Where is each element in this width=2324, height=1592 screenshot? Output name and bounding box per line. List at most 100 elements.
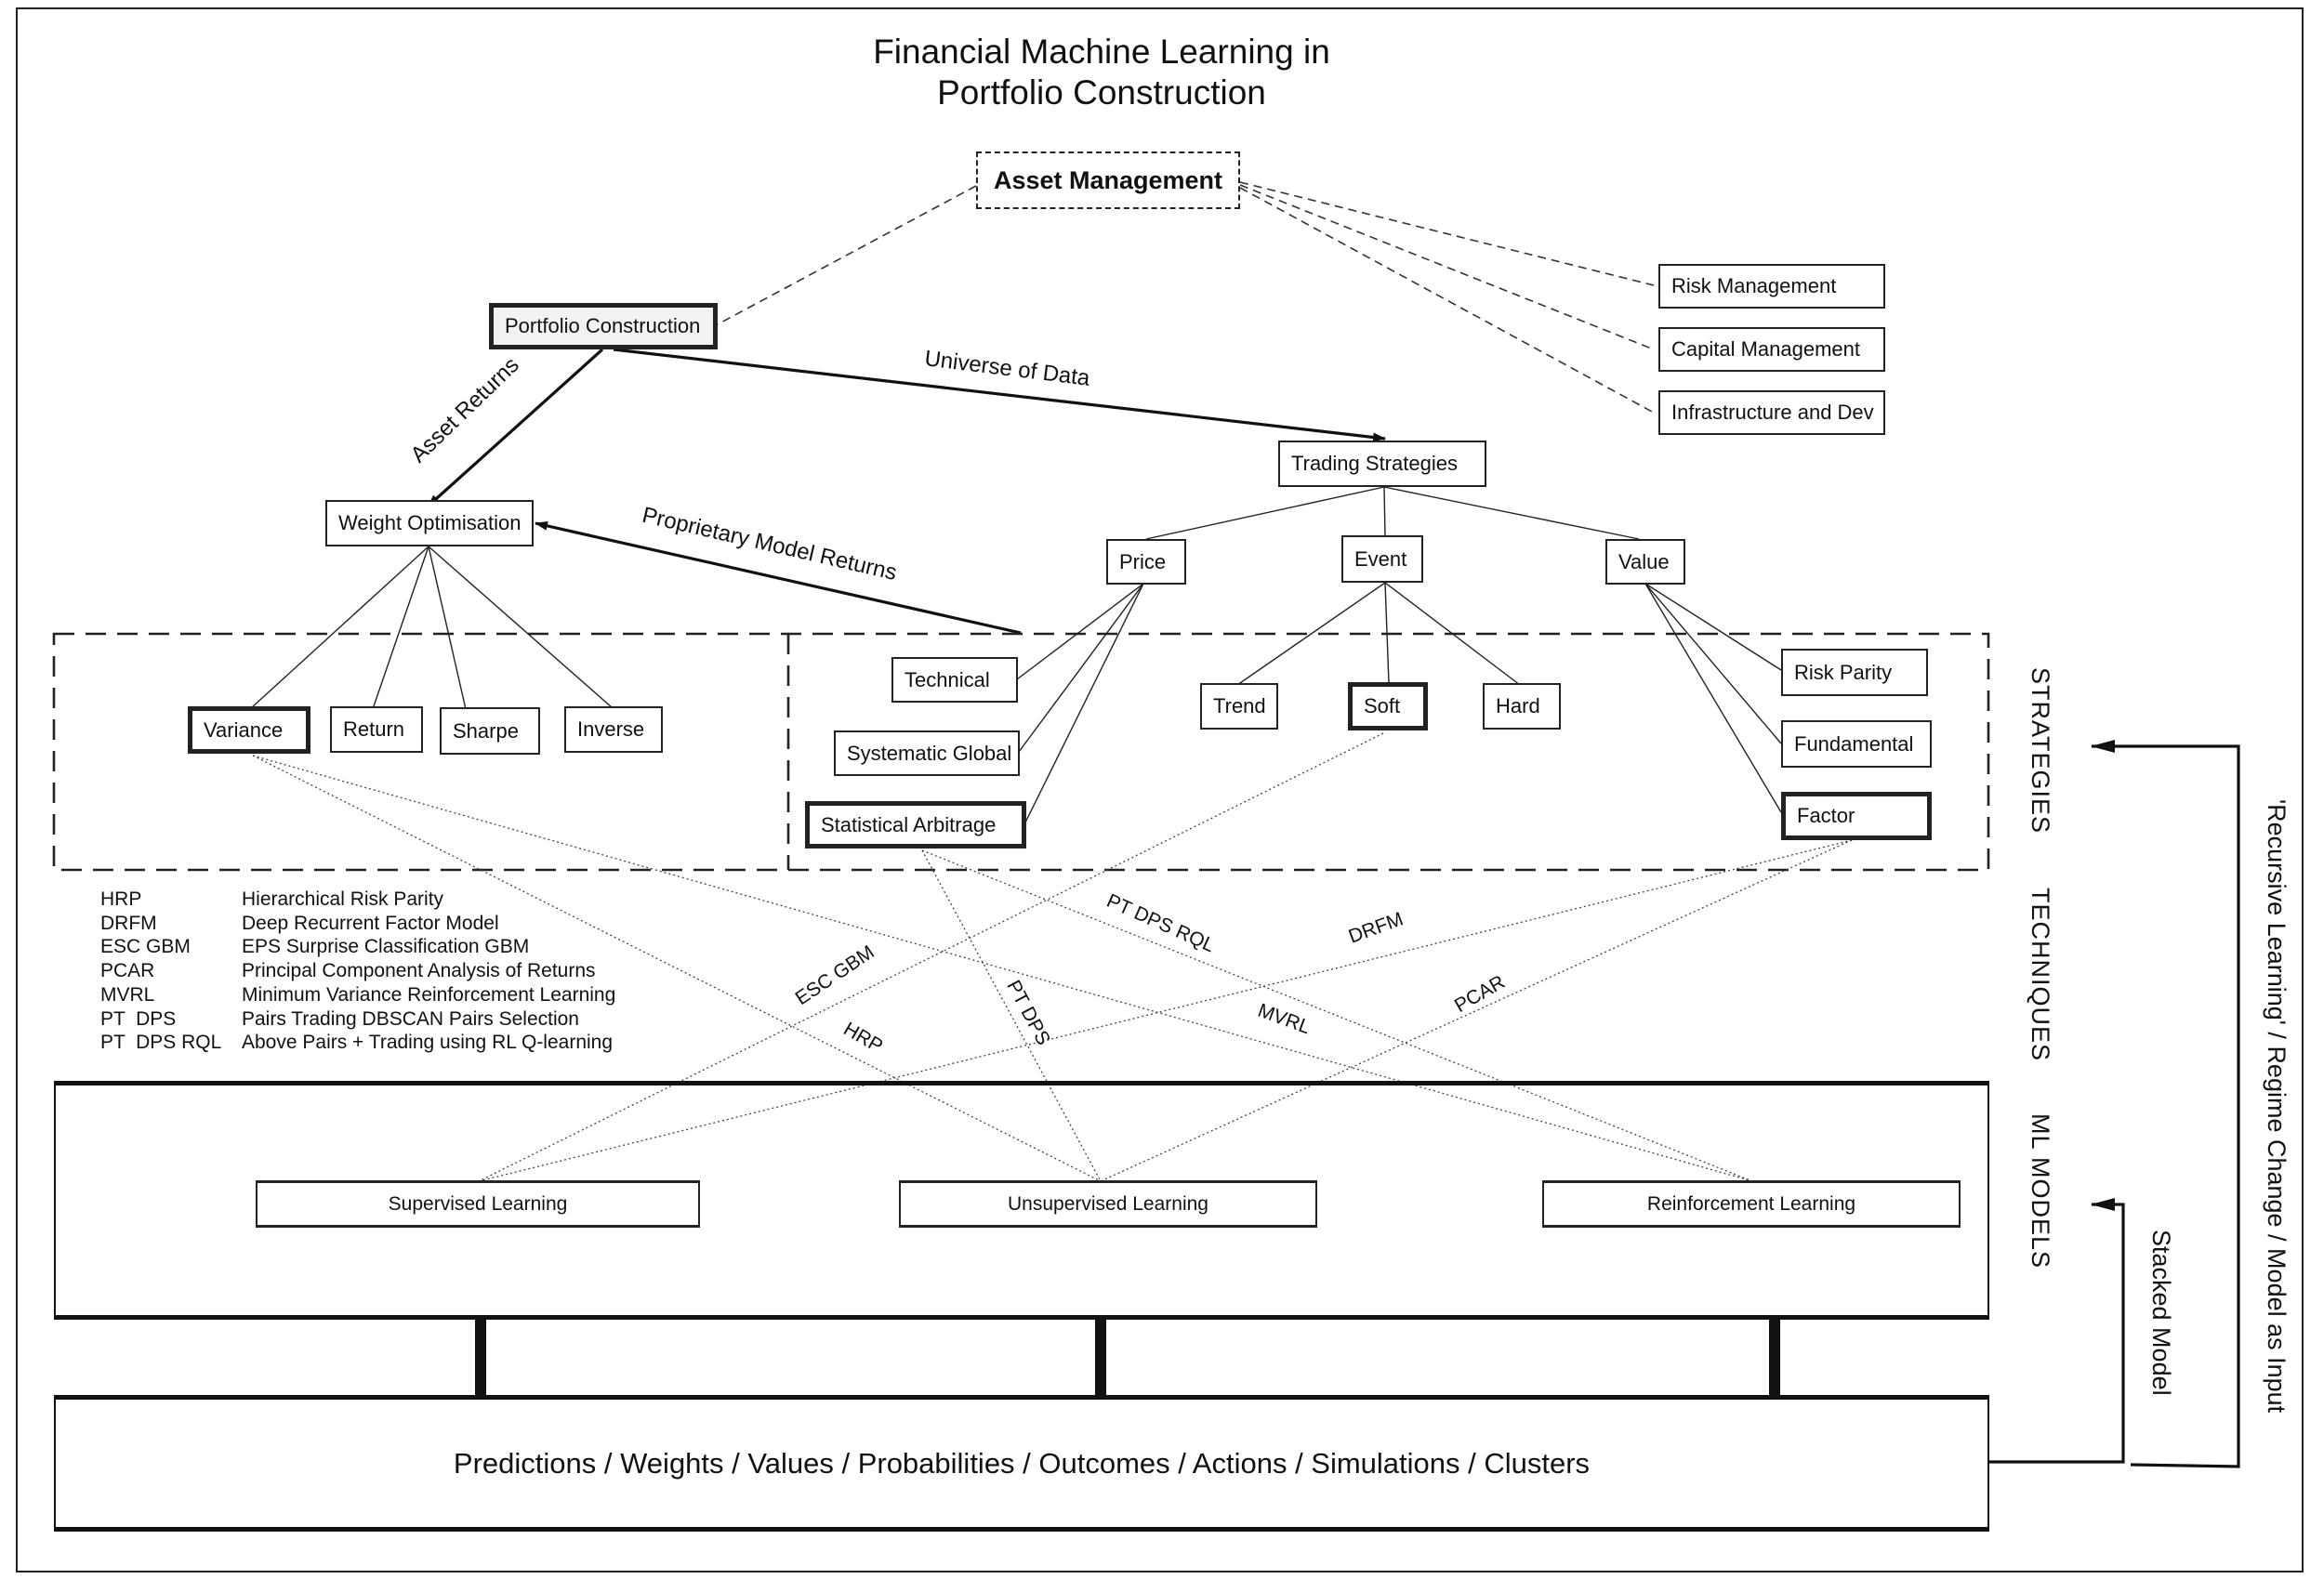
connector-pillar — [1769, 1320, 1780, 1395]
legend-row: HRP Hierarchical Risk Parity — [100, 888, 615, 912]
node-price-label: Price — [1119, 549, 1167, 573]
legend-abbr: MVRL — [100, 983, 155, 1006]
legend-row: MVRL Minimum Variance Reinforcement Learn… — [100, 983, 615, 1007]
node-event-label: Event — [1354, 546, 1407, 571]
node-risk-parity-label: Risk Parity — [1794, 660, 1893, 684]
legend-description: Deep Recurrent Factor Model — [242, 912, 499, 934]
band-label-strategies: STRATEGIES — [2027, 667, 2054, 835]
node-risk-parity[interactable]: Risk Parity — [1781, 649, 1928, 696]
node-sharpe[interactable]: Sharpe — [440, 707, 540, 755]
link-asset-infra — [1239, 187, 1655, 414]
node-unsupervised-learning[interactable]: Unsupervised Learning — [899, 1180, 1317, 1228]
node-weight-optimisation-label: Weight Optimisation — [338, 511, 522, 534]
recursive-learning-label: 'Recursive Learning' / Regime Change / M… — [2263, 799, 2291, 1414]
node-unsupervised-learning-label: Unsupervised Learning — [1008, 1192, 1208, 1215]
node-asset-management[interactable]: Asset Management — [976, 151, 1240, 209]
node-price[interactable]: Price — [1106, 539, 1186, 585]
legend-row: PT DPS Pairs Trading DBSCAN Pairs Selecti… — [100, 1007, 615, 1032]
node-reinforcement-learning-label: Reinforcement Learning — [1646, 1192, 1856, 1215]
node-capital-management-label: Capital Management — [1671, 337, 1861, 361]
node-value-label: Value — [1618, 549, 1670, 573]
legend-abbr: ESC GBM — [100, 936, 191, 958]
node-value[interactable]: Value — [1605, 539, 1685, 585]
node-portfolio-construction[interactable]: Portfolio Construction — [489, 303, 718, 349]
tree-value-factor — [1644, 583, 1782, 813]
connector-pillar — [475, 1320, 486, 1395]
legend-description: Principal Component Analysis of Returns — [242, 960, 596, 982]
node-sharpe-label: Sharpe — [453, 718, 519, 743]
node-supervised-learning[interactable]: Supervised Learning — [256, 1180, 700, 1228]
tree-ts-value — [1383, 486, 1640, 540]
stacked-model-arrow — [1989, 1198, 2125, 1464]
legend-row: PT DPS RQL Above Pairs + Trading using RL… — [100, 1031, 615, 1055]
band-label-ml-models: ML MODELS — [2027, 1113, 2054, 1270]
legend-row: PCAR Principal Component Analysis of Retu… — [100, 959, 615, 983]
node-trading-strategies[interactable]: Trading Strategies — [1278, 441, 1486, 487]
node-portfolio-construction-label: Portfolio Construction — [505, 314, 701, 337]
node-technical-label: Technical — [905, 667, 990, 691]
node-return[interactable]: Return — [330, 706, 423, 753]
node-hard-label: Hard — [1496, 694, 1540, 717]
legend-description: Pairs Trading DBSCAN Pairs Selection — [242, 1007, 579, 1030]
node-fundamental[interactable]: Fundamental — [1781, 720, 1932, 768]
legend-description: Hierarchical Risk Parity — [242, 888, 444, 910]
node-fundamental-label: Fundamental — [1794, 731, 1914, 756]
legend-abbr: PCAR — [100, 960, 155, 982]
node-event[interactable]: Event — [1341, 535, 1423, 583]
node-reinforcement-learning[interactable]: Reinforcement Learning — [1542, 1180, 1961, 1228]
link-asset-portfolio — [715, 185, 977, 326]
node-variance[interactable]: Variance — [188, 706, 310, 754]
tree-price-statarb — [1023, 583, 1144, 825]
connector-pillar — [1095, 1320, 1106, 1395]
node-supervised-learning-label: Supervised Learning — [388, 1192, 568, 1215]
legend-description: EPS Surprise Classification GBM — [242, 936, 530, 958]
tree-price-systematic — [1018, 583, 1144, 753]
node-statistical-arbitrage-label: Statistical Arbitrage — [821, 812, 997, 836]
node-soft-label: Soft — [1364, 694, 1401, 717]
node-trading-strategies-label: Trading Strategies — [1291, 452, 1458, 475]
node-infrastructure-dev[interactable]: Infrastructure and Dev — [1658, 390, 1885, 435]
tree-wo-variance — [250, 546, 429, 709]
tree-wo-sharpe — [428, 546, 467, 710]
node-inverse-label: Inverse — [577, 717, 645, 741]
node-technical[interactable]: Technical — [891, 657, 1018, 703]
technique-legend: HRP Hierarchical Risk Parity DRFM Deep Rec… — [100, 888, 615, 1055]
node-risk-management[interactable]: Risk Management — [1658, 264, 1885, 309]
node-return-label: Return — [343, 717, 405, 741]
stacked-model-label: Stacked Model — [2147, 1230, 2175, 1396]
node-systematic-global[interactable]: Systematic Global — [834, 730, 1020, 776]
node-inverse[interactable]: Inverse — [564, 706, 663, 753]
node-systematic-global-label: Systematic Global — [847, 741, 1012, 765]
band-label-techniques: TECHNIQUES — [2027, 888, 2054, 1062]
node-soft[interactable]: Soft — [1348, 682, 1428, 730]
tree-ts-event — [1383, 486, 1386, 537]
node-capital-management[interactable]: Capital Management — [1658, 327, 1885, 372]
diagram-title: Financial Machine Learning in Portfolio … — [725, 32, 1478, 113]
legend-description: Minimum Variance Reinforcement Learning — [242, 983, 616, 1006]
node-hard[interactable]: Hard — [1483, 683, 1561, 730]
node-factor[interactable]: Factor — [1781, 792, 1932, 840]
tree-value-riskparity — [1644, 583, 1782, 671]
tree-value-fundamental — [1644, 583, 1782, 744]
outputs-panel: Predictions / Weights / Values / Probabi… — [54, 1395, 1989, 1532]
node-statistical-arbitrage[interactable]: Statistical Arbitrage — [805, 801, 1026, 849]
node-trend[interactable]: Trend — [1200, 683, 1278, 730]
legend-row: DRFM Deep Recurrent Factor Model — [100, 912, 615, 936]
outputs-label: Predictions / Weights / Values / Probabi… — [453, 1446, 1591, 1480]
legend-row: ESC GBM EPS Surprise Classification GBM — [100, 935, 615, 959]
legend-abbr: HRP — [100, 888, 142, 910]
node-factor-label: Factor — [1797, 804, 1855, 827]
legend-abbr: PT DPS — [100, 1007, 177, 1030]
connector-layer — [52, 181, 2240, 1468]
node-variance-label: Variance — [204, 717, 284, 742]
legend-abbr: PT DPS RQL — [100, 1032, 222, 1054]
legend-abbr: DRFM — [100, 912, 157, 934]
link-asset-risk — [1239, 181, 1655, 286]
node-infrastructure-dev-label: Infrastructure and Dev — [1671, 401, 1874, 424]
tree-ts-price — [1145, 486, 1385, 540]
legend-description: Above Pairs + Trading using RL Q-learnin… — [242, 1032, 614, 1054]
node-weight-optimisation[interactable]: Weight Optimisation — [325, 500, 534, 546]
title-line-1: Financial Machine Learning in — [873, 33, 1330, 71]
title-line-2: Portfolio Construction — [937, 73, 1266, 112]
tree-wo-return — [373, 546, 429, 707]
